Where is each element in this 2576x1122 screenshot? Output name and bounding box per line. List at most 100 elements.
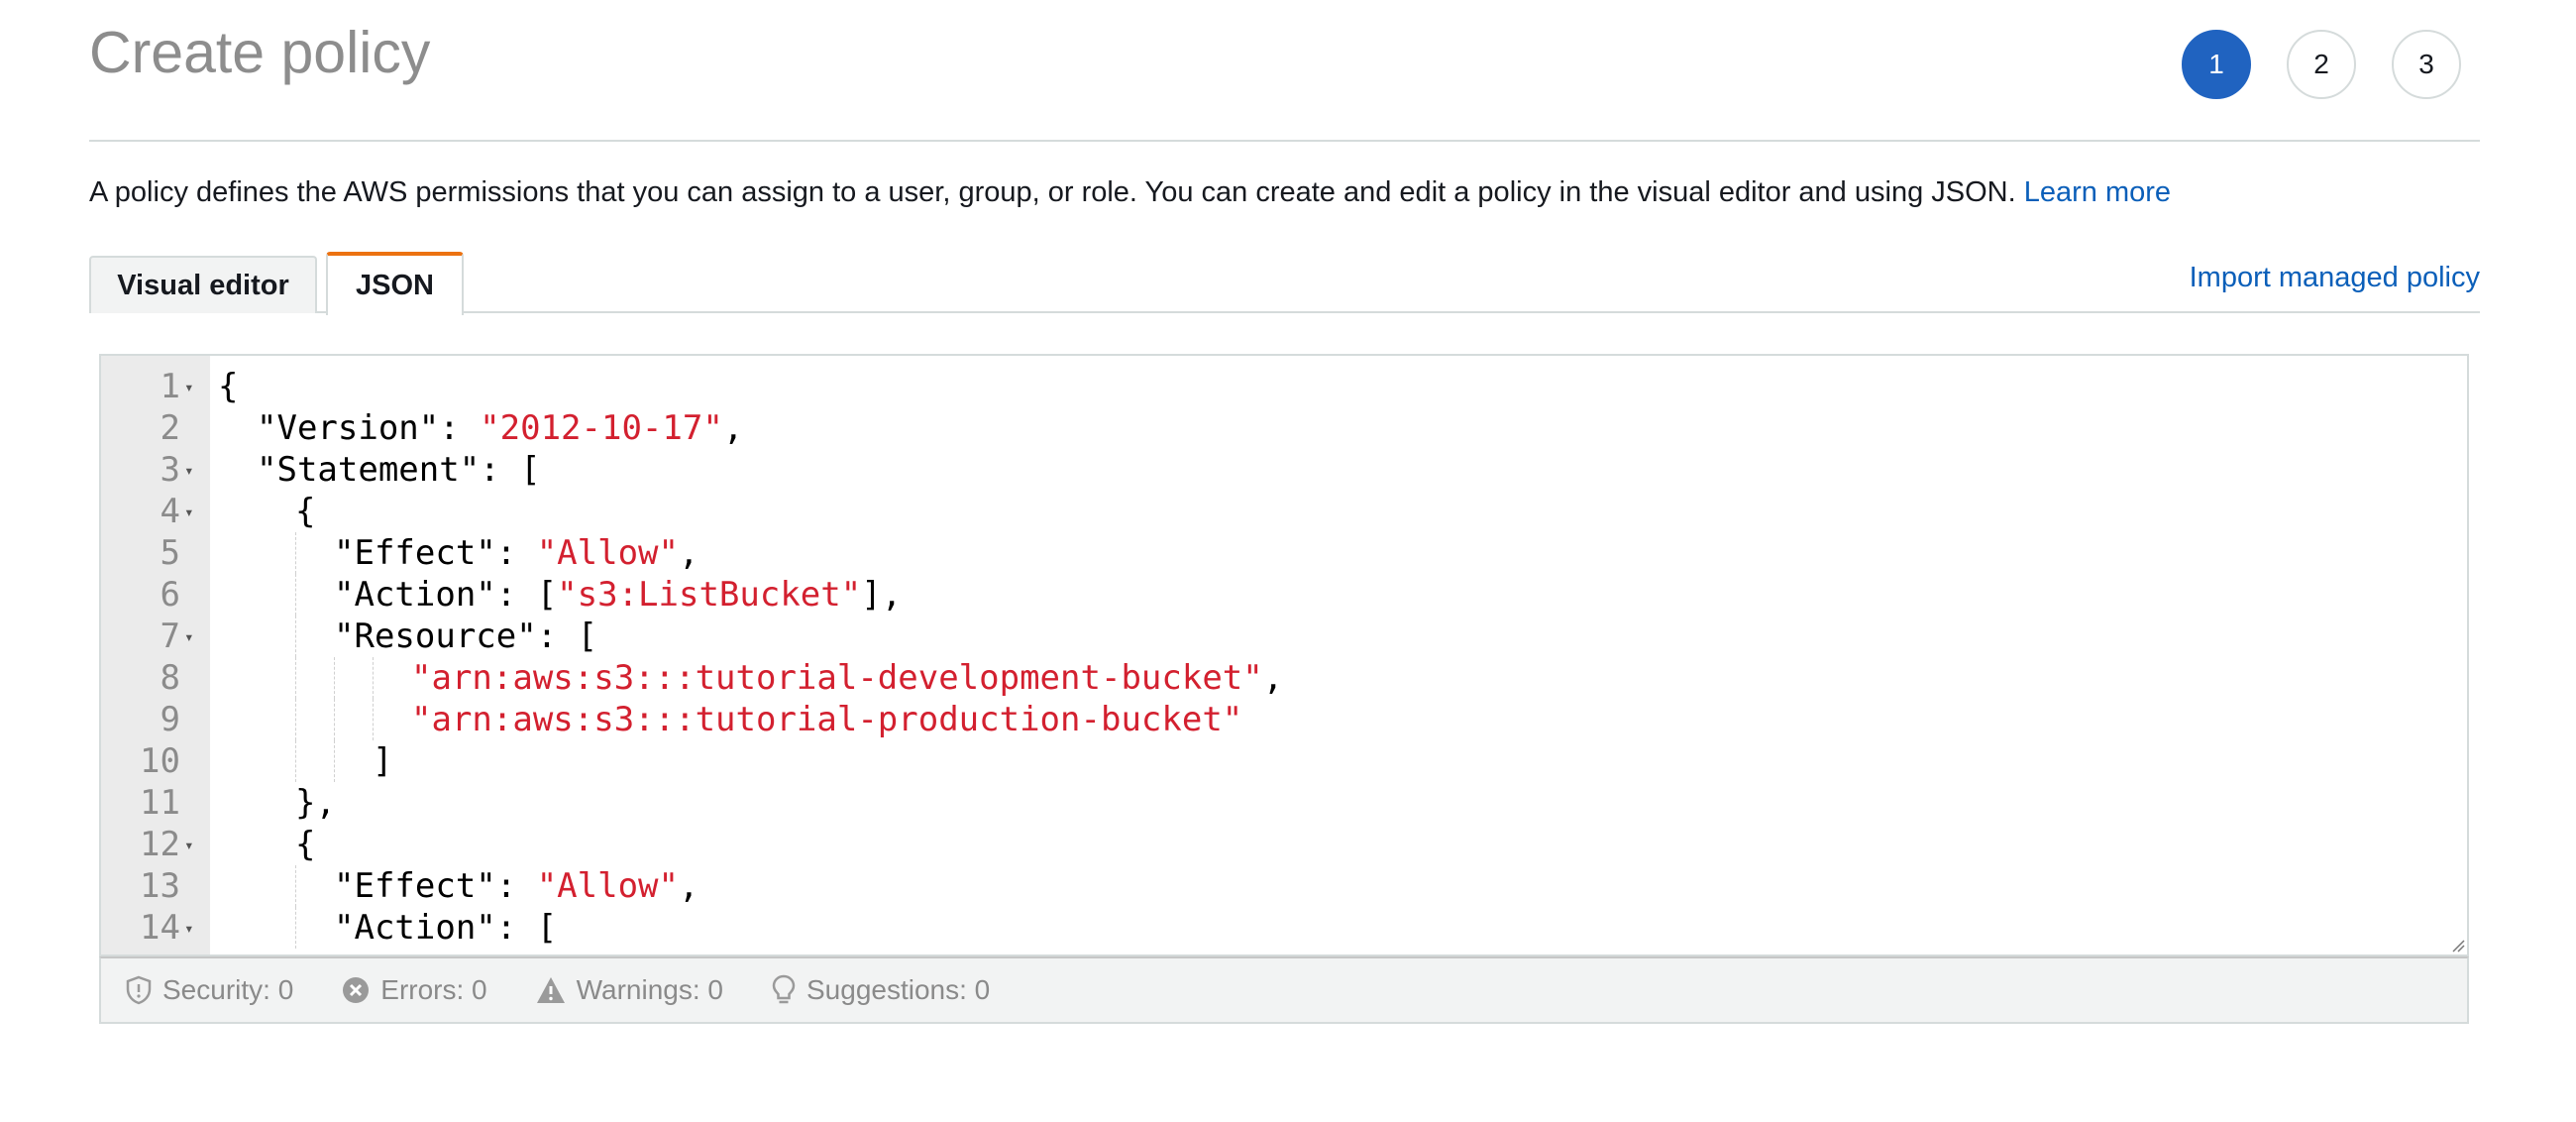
line-number: 10: [140, 741, 180, 781]
line-number: 8: [160, 658, 180, 698]
step-1-indicator: 1: [2182, 30, 2251, 99]
code-line[interactable]: 1 ▾ {: [101, 366, 2467, 407]
description-text: A policy defines the AWS permissions tha…: [89, 176, 2024, 208]
tab-json[interactable]: JSON: [326, 252, 464, 315]
code-line[interactable]: 8 "arn:aws:s3:::tutorial-development-buck…: [101, 657, 2467, 699]
indent-guide: [373, 699, 374, 740]
code-line[interactable]: 7 ▾ "Resource": [: [101, 616, 2467, 657]
code-line[interactable]: 5 "Effect": "Allow",: [101, 532, 2467, 574]
indent-guide: [295, 532, 296, 574]
indent-guide: [334, 699, 335, 740]
page-title: Create policy: [89, 20, 431, 85]
code-token: ,: [1262, 658, 1284, 698]
line-number: 12: [140, 825, 180, 864]
step-3-indicator: 3: [2392, 30, 2461, 99]
code-lines[interactable]: 1 ▾{2 "Version": "2012-10-17", 3 ▾ "Statement…: [101, 366, 2467, 949]
resize-grip-icon[interactable]: [2449, 937, 2465, 953]
fold-arrow-icon[interactable]: ▾: [180, 461, 210, 480]
errors-count[interactable]: Errors: 0: [341, 974, 487, 1006]
errors-label: Errors: 0: [380, 974, 487, 1005]
code-line[interactable]: 11},: [101, 782, 2467, 824]
import-managed-policy-link[interactable]: Import managed policy: [2190, 262, 2480, 294]
code-line[interactable]: 4 ▾ {: [101, 491, 2467, 532]
code-text: "arn:aws:s3:::tutorial-development-bucke…: [403, 658, 1283, 698]
validation-status-bar: Security: 0 Errors: 0 Warnings: 0 Sugges…: [99, 956, 2469, 1024]
code-token: "Effect":: [334, 866, 537, 906]
editor-tabs: Visual editor JSON Import managed policy: [89, 252, 2480, 315]
security-count[interactable]: Security: 0: [125, 974, 293, 1006]
code-token: "Statement": [: [257, 450, 541, 490]
code-line[interactable]: 2 "Version": "2012-10-17",: [101, 407, 2467, 449]
code-text: "arn:aws:s3:::tutorial-production-bucket…: [403, 700, 1242, 739]
string-token: "arn:aws:s3:::tutorial-development-bucke…: [411, 658, 1263, 698]
code-token: ,: [722, 408, 744, 448]
learn-more-link[interactable]: Learn more: [2024, 176, 2171, 208]
code-token: },: [295, 783, 336, 823]
fold-arrow-icon[interactable]: ▾: [180, 836, 210, 854]
indent-guide: [295, 699, 296, 740]
tab-visual-editor[interactable]: Visual editor: [89, 256, 317, 313]
indent-guide: [295, 657, 296, 699]
code-token: "Version":: [257, 408, 481, 448]
code-line[interactable]: 14 ▾ "Action": [: [101, 907, 2467, 949]
string-token: "Allow": [536, 866, 679, 906]
fold-arrow-icon[interactable]: ▾: [180, 378, 210, 396]
indent-guide: [295, 740, 296, 782]
indent-guide: [334, 740, 335, 782]
warning-triangle-icon: [536, 977, 565, 1003]
shield-icon: [126, 975, 152, 1005]
code-text: {: [287, 825, 315, 864]
code-text: {: [210, 367, 238, 406]
indent-guide: [334, 657, 335, 699]
code-token: "Effect":: [334, 533, 537, 573]
line-number: 6: [160, 575, 180, 615]
line-number: 2: [160, 408, 180, 448]
suggestions-count[interactable]: Suggestions: 0: [771, 974, 990, 1006]
code-token: ]: [373, 741, 393, 781]
line-number: 14: [140, 908, 180, 948]
string-token: "Allow": [536, 533, 679, 573]
line-number: 7: [160, 617, 180, 656]
line-number: 5: [160, 533, 180, 573]
security-label: Security: 0: [162, 974, 294, 1005]
code-line[interactable]: 3 ▾ "Statement": [: [101, 449, 2467, 491]
code-text: "Version": "2012-10-17",: [249, 408, 743, 448]
fold-arrow-icon[interactable]: ▾: [180, 627, 210, 646]
fold-arrow-icon[interactable]: ▾: [180, 503, 210, 521]
warnings-count[interactable]: Warnings: 0: [535, 974, 723, 1006]
code-text: "Effect": "Allow",: [326, 866, 698, 906]
line-number: 3: [160, 450, 180, 490]
code-line[interactable]: 10]: [101, 740, 2467, 782]
code-line[interactable]: 12 ▾ {: [101, 824, 2467, 865]
string-token: "s3:ListBucket": [557, 575, 862, 615]
indent-guide: [295, 865, 296, 907]
code-text: {: [287, 492, 315, 531]
code-line[interactable]: 9 "arn:aws:s3:::tutorial-production-bucke…: [101, 699, 2467, 740]
code-token: "Action": [: [334, 908, 558, 948]
line-number: 11: [140, 783, 180, 823]
code-text: "Action": [: [326, 908, 557, 948]
code-token: ,: [679, 533, 699, 573]
title-divider: [89, 140, 2480, 142]
code-text: },: [287, 783, 336, 823]
policy-description: A policy defines the AWS permissions tha…: [89, 174, 2171, 210]
code-token: {: [218, 367, 239, 406]
code-token: {: [295, 492, 316, 531]
code-line[interactable]: 6 "Action": ["s3:ListBucket"],: [101, 574, 2467, 616]
step-2-indicator: 2: [2287, 30, 2356, 99]
line-number: 13: [140, 866, 180, 906]
line-number: 1: [160, 367, 180, 406]
code-token: ],: [861, 575, 903, 615]
line-number: 4: [160, 492, 180, 531]
code-line[interactable]: 13 "Effect": "Allow",: [101, 865, 2467, 907]
line-number: 9: [160, 700, 180, 739]
code-token: {: [295, 825, 316, 864]
code-text: "Statement": [: [249, 450, 541, 490]
json-code-editor[interactable]: 1 ▾{2 "Version": "2012-10-17", 3 ▾ "Statement…: [99, 354, 2469, 956]
fold-arrow-icon[interactable]: ▾: [180, 919, 210, 938]
string-token: "2012-10-17": [480, 408, 723, 448]
code-token: "Resource": [: [334, 617, 598, 656]
warnings-label: Warnings: 0: [576, 974, 723, 1005]
indent-guide: [295, 616, 296, 657]
code-text: ]: [365, 741, 392, 781]
